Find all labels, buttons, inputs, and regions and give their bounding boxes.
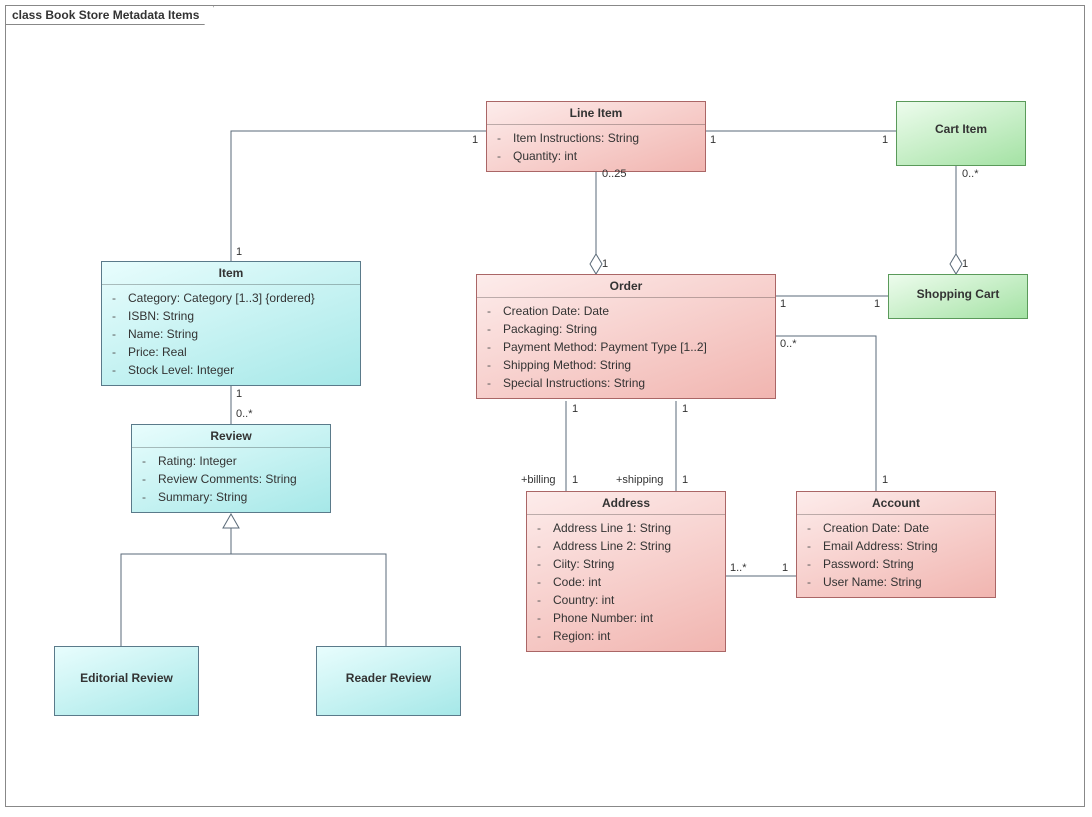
class-attrs: -Item Instructions: String -Quantity: in… bbox=[487, 125, 705, 171]
mult: 1 bbox=[472, 134, 478, 146]
class-attrs: -Creation Date: Date -Email Address: Str… bbox=[797, 515, 995, 597]
mult: 0..* bbox=[962, 168, 979, 180]
class-item: Item -Category: Category [1..3] {ordered… bbox=[101, 261, 361, 386]
class-title: Shopping Cart bbox=[889, 275, 1027, 305]
mult: 1 bbox=[572, 474, 578, 486]
class-shopping-cart: Shopping Cart bbox=[888, 274, 1028, 319]
class-title: Account bbox=[797, 492, 995, 515]
class-title: Address bbox=[527, 492, 725, 515]
class-account: Account -Creation Date: Date -Email Addr… bbox=[796, 491, 996, 598]
class-title: Reader Review bbox=[317, 647, 460, 689]
mult: 1 bbox=[682, 474, 688, 486]
mult: 1 bbox=[602, 258, 608, 270]
mult: 1 bbox=[236, 246, 242, 258]
mult: 1 bbox=[780, 298, 786, 310]
class-cart-item: Cart Item bbox=[896, 101, 1026, 166]
class-title: Cart Item bbox=[897, 102, 1025, 140]
mult: 1..* bbox=[730, 562, 747, 574]
class-line-item: Line Item -Item Instructions: String -Qu… bbox=[486, 101, 706, 172]
mult: 1 bbox=[962, 258, 968, 270]
class-review: Review -Rating: Integer -Review Comments… bbox=[131, 424, 331, 513]
class-attrs: -Creation Date: Date -Packaging: String … bbox=[477, 298, 775, 398]
class-title: Editorial Review bbox=[55, 647, 198, 689]
mult: 1 bbox=[710, 134, 716, 146]
role: +shipping bbox=[616, 474, 663, 486]
mult: 1 bbox=[782, 562, 788, 574]
uml-class-diagram: class Book Store Metadata Items bbox=[0, 0, 1092, 817]
mult: 1 bbox=[236, 388, 242, 400]
class-attrs: -Rating: Integer -Review Comments: Strin… bbox=[132, 448, 330, 512]
mult: 1 bbox=[882, 474, 888, 486]
role: +billing bbox=[521, 474, 556, 486]
mult: 0..* bbox=[780, 338, 797, 350]
diagram-frame: class Book Store Metadata Items bbox=[5, 5, 1085, 807]
class-editorial-review: Editorial Review bbox=[54, 646, 199, 716]
mult: 0..25 bbox=[602, 168, 626, 180]
class-reader-review: Reader Review bbox=[316, 646, 461, 716]
mult: 0..* bbox=[236, 408, 253, 420]
class-attrs: -Category: Category [1..3] {ordered} -IS… bbox=[102, 285, 360, 385]
class-address: Address -Address Line 1: String -Address… bbox=[526, 491, 726, 652]
class-title: Review bbox=[132, 425, 330, 448]
mult: 1 bbox=[682, 403, 688, 415]
class-order: Order -Creation Date: Date -Packaging: S… bbox=[476, 274, 776, 399]
mult: 1 bbox=[874, 298, 880, 310]
class-title: Item bbox=[102, 262, 360, 285]
class-attrs: -Address Line 1: String -Address Line 2:… bbox=[527, 515, 725, 651]
frame-title: class Book Store Metadata Items bbox=[5, 5, 214, 25]
class-title: Line Item bbox=[487, 102, 705, 125]
class-title: Order bbox=[477, 275, 775, 298]
mult: 1 bbox=[572, 403, 578, 415]
mult: 1 bbox=[882, 134, 888, 146]
